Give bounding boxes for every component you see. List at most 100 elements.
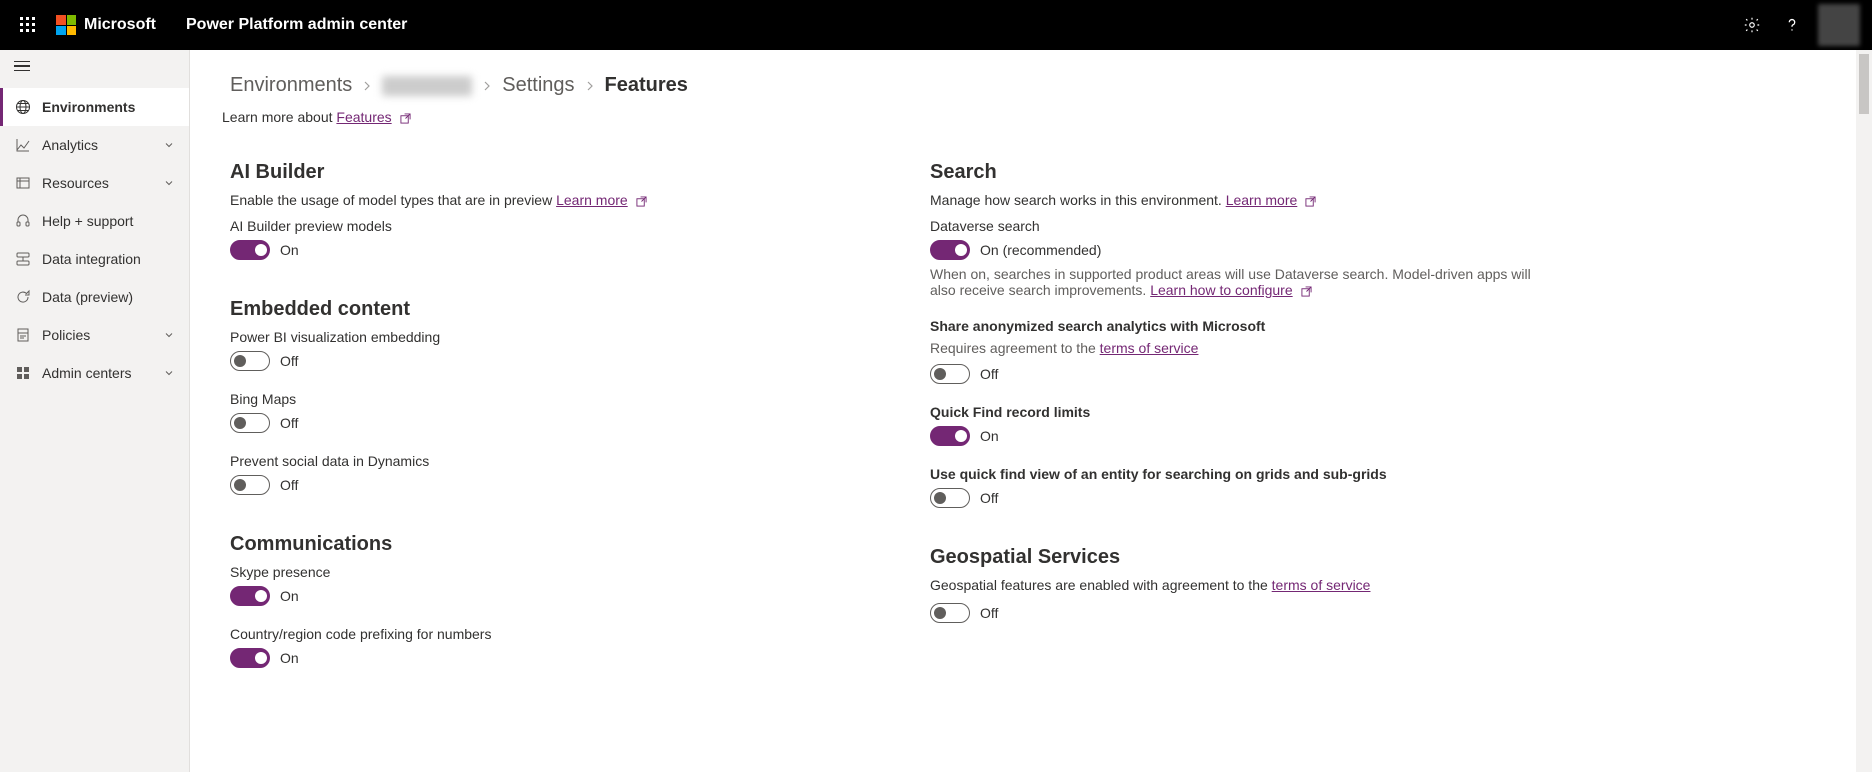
comms-setting-1: Country/region code prefixing for number… bbox=[230, 626, 850, 668]
sidebar-item-admin-centers[interactable]: Admin centers bbox=[0, 354, 189, 392]
bing-maps-toggle[interactable] bbox=[230, 413, 270, 433]
sidebar-item-label: Help + support bbox=[42, 213, 175, 229]
admin-icon bbox=[14, 364, 32, 382]
external-link-icon bbox=[636, 196, 647, 207]
skype-presence-state: On bbox=[280, 588, 299, 604]
embedded-content-title: Embedded content bbox=[230, 298, 850, 321]
embedded-setting-1: Bing Maps Off bbox=[230, 391, 850, 433]
sidebar-item-environments[interactable]: Environments bbox=[0, 88, 189, 126]
chevron-right-icon bbox=[585, 81, 595, 91]
user-avatar[interactable] bbox=[1818, 4, 1860, 46]
ai-builder-learn-more-link[interactable]: Learn more bbox=[556, 192, 628, 208]
external-link-icon bbox=[1305, 196, 1316, 207]
country-region-code-prefixing-for-numbers-label: Country/region code prefixing for number… bbox=[230, 626, 850, 642]
chevron-down-icon bbox=[163, 367, 175, 379]
quick-find-view-toggle[interactable] bbox=[930, 488, 970, 508]
breadcrumb: Environments Settings Features bbox=[230, 74, 1832, 97]
communications-title: Communications bbox=[230, 533, 850, 556]
chevron-right-icon bbox=[482, 81, 492, 91]
sidebar-item-label: Resources bbox=[42, 175, 163, 191]
product-name: Power Platform admin center bbox=[186, 16, 407, 34]
prevent-social-data-in-dynamics-state: Off bbox=[280, 477, 298, 493]
scrollbar[interactable] bbox=[1856, 50, 1872, 772]
dataverse-configure-link[interactable]: Learn how to configure bbox=[1150, 282, 1292, 298]
ai-builder-desc: Enable the usage of model types that are… bbox=[230, 192, 850, 208]
headset-icon bbox=[14, 212, 32, 230]
breadcrumb-current: Features bbox=[605, 74, 688, 97]
bing-maps-state: Off bbox=[280, 415, 298, 431]
geospatial-tos-link[interactable]: terms of service bbox=[1272, 577, 1371, 593]
dataverse-search-toggle[interactable] bbox=[930, 240, 970, 260]
sidebar-item-label: Data integration bbox=[42, 251, 175, 267]
embedded-setting-2: Prevent social data in DynamicsOff bbox=[230, 453, 850, 495]
hamburger-button[interactable] bbox=[14, 56, 34, 76]
quick-find-state: On bbox=[980, 428, 999, 444]
right-column: Search Manage how search works in this e… bbox=[930, 161, 1550, 688]
analytics-tos-link[interactable]: terms of service bbox=[1100, 340, 1199, 356]
chevron-down-icon bbox=[163, 139, 175, 151]
learn-more-features: Learn more about Features bbox=[222, 109, 1832, 125]
power-bi-visualization-embedding-toggle[interactable] bbox=[230, 351, 270, 371]
sidebar-item-label: Admin centers bbox=[42, 365, 163, 381]
search-learn-more-link[interactable]: Learn more bbox=[1226, 192, 1298, 208]
sidebar-item-help-support[interactable]: Help + support bbox=[0, 202, 189, 240]
resources-icon bbox=[14, 174, 32, 192]
quick-find-toggle[interactable] bbox=[930, 426, 970, 446]
app-launcher-button[interactable] bbox=[12, 9, 44, 41]
globe-icon bbox=[14, 98, 32, 116]
country-region-code-prefixing-for-numbers-toggle[interactable] bbox=[230, 648, 270, 668]
ai-builder-preview-models-state: On bbox=[280, 242, 299, 258]
chevron-down-icon bbox=[163, 177, 175, 189]
breadcrumb-environments[interactable]: Environments bbox=[230, 74, 352, 97]
sidebar: Environments Analytics Resources Help + sup… bbox=[0, 50, 190, 772]
country-region-code-prefixing-for-numbers-state: On bbox=[280, 650, 299, 666]
microsoft-logo[interactable]: Microsoft bbox=[56, 15, 156, 35]
sidebar-item-label: Analytics bbox=[42, 137, 163, 153]
quick-find-view-label: Use quick find view of an entity for sea… bbox=[930, 466, 1550, 482]
dataverse-search-state: On (recommended) bbox=[980, 242, 1101, 258]
sidebar-item-policies[interactable]: Policies bbox=[0, 316, 189, 354]
prevent-social-data-in-dynamics-toggle[interactable] bbox=[230, 475, 270, 495]
microsoft-brand-text: Microsoft bbox=[84, 16, 156, 34]
quick-find-label: Quick Find record limits bbox=[930, 404, 1550, 420]
breadcrumb-settings[interactable]: Settings bbox=[502, 74, 574, 97]
search-desc: Manage how search works in this environm… bbox=[930, 192, 1550, 208]
analytics-setting: Share anonymized search analytics with M… bbox=[930, 318, 1550, 384]
chevron-right-icon bbox=[362, 81, 372, 91]
ai-builder-preview-models-toggle[interactable] bbox=[230, 240, 270, 260]
skype-presence-label: Skype presence bbox=[230, 564, 850, 580]
sidebar-item-analytics[interactable]: Analytics bbox=[0, 126, 189, 164]
analytics-state: Off bbox=[980, 366, 998, 382]
quick-find-view-setting: Use quick find view of an entity for sea… bbox=[930, 466, 1550, 508]
help-icon[interactable] bbox=[1772, 5, 1812, 45]
sidebar-item-label: Data (preview) bbox=[42, 289, 175, 305]
analytics-toggle[interactable] bbox=[930, 364, 970, 384]
sidebar-item-label: Policies bbox=[42, 327, 163, 343]
analytics-label: Share anonymized search analytics with M… bbox=[930, 318, 1550, 334]
data-int-icon bbox=[14, 250, 32, 268]
top-header: Microsoft Power Platform admin center bbox=[0, 0, 1872, 50]
quick-find-setting: Quick Find record limits On bbox=[930, 404, 1550, 446]
chart-icon bbox=[14, 136, 32, 154]
ai-setting-0: AI Builder preview models On bbox=[230, 218, 850, 260]
geospatial-title: Geospatial Services bbox=[930, 546, 1550, 569]
ai-builder-title: AI Builder bbox=[230, 161, 850, 184]
settings-gear-icon[interactable] bbox=[1732, 5, 1772, 45]
ai-builder-preview-models-label: AI Builder preview models bbox=[230, 218, 850, 234]
bing-maps-label: Bing Maps bbox=[230, 391, 850, 407]
sidebar-item-label: Environments bbox=[42, 99, 175, 115]
geospatial-toggle[interactable] bbox=[930, 603, 970, 623]
power-bi-visualization-embedding-label: Power BI visualization embedding bbox=[230, 329, 850, 345]
sidebar-item-data-integration[interactable]: Data integration bbox=[0, 240, 189, 278]
dataverse-search-setting: Dataverse search On (recommended) When o… bbox=[930, 218, 1550, 298]
geospatial-desc: Geospatial features are enabled with agr… bbox=[930, 577, 1550, 593]
geospatial-state: Off bbox=[980, 605, 998, 621]
features-link[interactable]: Features bbox=[336, 109, 391, 125]
sidebar-item-data-preview-[interactable]: Data (preview) bbox=[0, 278, 189, 316]
breadcrumb-environment-name[interactable] bbox=[382, 76, 472, 96]
sidebar-item-resources[interactable]: Resources bbox=[0, 164, 189, 202]
refresh-icon bbox=[14, 288, 32, 306]
skype-presence-toggle[interactable] bbox=[230, 586, 270, 606]
external-link-icon bbox=[400, 113, 411, 124]
embedded-setting-0: Power BI visualization embeddingOff bbox=[230, 329, 850, 371]
